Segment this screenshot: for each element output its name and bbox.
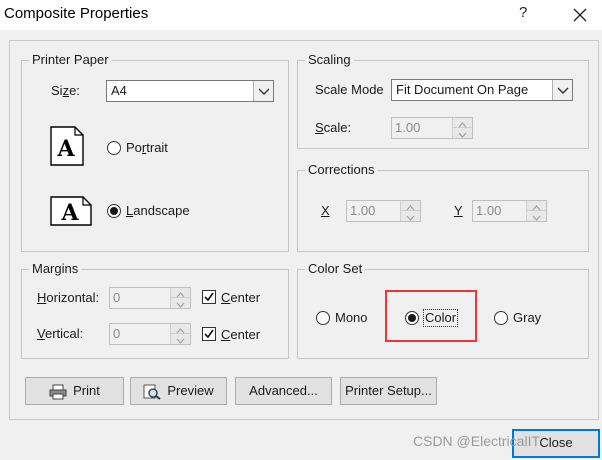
mono-radio[interactable] bbox=[316, 311, 330, 325]
landscape-page-icon-glyph: A bbox=[60, 200, 79, 226]
size-value: A4 bbox=[111, 83, 127, 98]
spin-down-arrow-icon[interactable] bbox=[453, 128, 472, 138]
corrections-group: Corrections X 1.00 Y 1.00 bbox=[297, 162, 589, 252]
portrait-page-icon-glyph: A bbox=[56, 136, 75, 162]
size-label: Size: bbox=[51, 83, 80, 98]
landscape-page-icon: A bbox=[50, 196, 92, 226]
vertical-label: Vertical: bbox=[37, 326, 84, 341]
portrait-page-icon: A bbox=[50, 126, 84, 166]
horizontal-margin-spinbox[interactable]: 0 bbox=[109, 287, 191, 309]
margins-legend: Margins bbox=[29, 261, 82, 277]
chevron-down-icon bbox=[557, 87, 569, 94]
preview-magnifier-icon bbox=[143, 384, 161, 400]
printer-paper-group: Printer Paper Size: A4 A Portrait A Land… bbox=[21, 52, 289, 252]
scale-value: 1.00 bbox=[395, 120, 421, 135]
title-bar: Composite Properties ? bbox=[0, 0, 602, 30]
horizontal-label: Horizontal: bbox=[37, 290, 100, 305]
chevron-down-icon bbox=[258, 88, 270, 95]
horizontal-margin-spinner[interactable] bbox=[170, 288, 190, 308]
scaling-group: Scaling Scale Mode Fit Document On Page … bbox=[297, 52, 589, 149]
landscape-label: Landscape bbox=[126, 203, 190, 218]
scale-mode-dropdown-button[interactable] bbox=[552, 80, 572, 100]
printer-setup-button[interactable]: Printer Setup... bbox=[340, 377, 437, 405]
center-horizontal-label: Center bbox=[221, 290, 261, 305]
print-button[interactable]: Print bbox=[25, 377, 124, 405]
scaling-legend: Scaling bbox=[305, 52, 354, 68]
advanced-button[interactable]: Advanced... bbox=[235, 377, 332, 405]
dialog-panel: Printer Paper Size: A4 A Portrait A Land… bbox=[9, 40, 599, 420]
x-spinner[interactable] bbox=[400, 201, 420, 221]
printer-paper-legend: Printer Paper bbox=[29, 52, 112, 68]
scale-mode-select[interactable]: Fit Document On Page bbox=[391, 79, 573, 101]
selection-highlight bbox=[385, 290, 477, 342]
spin-up-arrow-icon[interactable] bbox=[171, 324, 190, 334]
y-spinner[interactable] bbox=[526, 201, 546, 221]
x-spinbox[interactable]: 1.00 bbox=[346, 200, 421, 222]
spin-up-arrow-icon[interactable] bbox=[527, 201, 546, 211]
scale-spinner[interactable] bbox=[452, 118, 472, 138]
center-vertical-label: Center bbox=[221, 327, 261, 342]
size-dropdown-button[interactable] bbox=[253, 81, 273, 101]
help-button[interactable]: ? bbox=[519, 4, 527, 21]
portrait-radio[interactable] bbox=[107, 141, 121, 155]
preview-label: Preview bbox=[167, 383, 214, 398]
horizontal-margin-value: 0 bbox=[113, 290, 121, 305]
preview-button[interactable]: Preview bbox=[130, 377, 227, 405]
x-label: X bbox=[321, 203, 330, 218]
scale-spinbox[interactable]: 1.00 bbox=[391, 117, 473, 139]
center-horizontal-checkbox[interactable] bbox=[202, 290, 216, 304]
size-select[interactable]: A4 bbox=[106, 80, 274, 102]
vertical-margin-value: 0 bbox=[113, 326, 121, 341]
margins-group: Margins Horizontal: 0 Center Vertical: 0… bbox=[21, 261, 289, 359]
y-value: 1.00 bbox=[476, 203, 502, 218]
spin-down-arrow-icon[interactable] bbox=[171, 334, 190, 344]
center-vertical-checkbox[interactable] bbox=[202, 327, 216, 341]
color-set-group: Color Set Mono Color Gray bbox=[297, 261, 589, 359]
checkmark-icon bbox=[204, 292, 214, 302]
scale-mode-value: Fit Document On Page bbox=[396, 82, 529, 97]
spin-up-arrow-icon[interactable] bbox=[401, 201, 420, 211]
spin-down-arrow-icon[interactable] bbox=[171, 298, 190, 308]
scale-mode-label: Scale Mode bbox=[315, 82, 384, 97]
mono-label: Mono bbox=[335, 310, 368, 325]
spin-down-arrow-icon[interactable] bbox=[527, 211, 546, 221]
spin-down-arrow-icon[interactable] bbox=[401, 211, 420, 221]
vertical-margin-spinner[interactable] bbox=[170, 324, 190, 344]
close-icon[interactable] bbox=[569, 4, 591, 26]
gray-label: Gray bbox=[513, 310, 542, 325]
landscape-radio[interactable] bbox=[107, 204, 121, 218]
y-spinbox[interactable]: 1.00 bbox=[472, 200, 547, 222]
corrections-legend: Corrections bbox=[305, 162, 378, 178]
portrait-label: Portrait bbox=[126, 140, 168, 155]
checkmark-icon bbox=[204, 329, 214, 339]
spin-up-arrow-icon[interactable] bbox=[171, 288, 190, 298]
printer-icon bbox=[49, 384, 67, 400]
spin-up-arrow-icon[interactable] bbox=[453, 118, 472, 128]
watermark-text: CSDN @ElectricalIT bbox=[413, 433, 541, 449]
x-value: 1.00 bbox=[350, 203, 376, 218]
y-label: Y bbox=[454, 203, 463, 218]
gray-radio[interactable] bbox=[494, 311, 508, 325]
color-set-legend: Color Set bbox=[305, 261, 366, 277]
window-title: Composite Properties bbox=[4, 5, 149, 22]
vertical-margin-spinbox[interactable]: 0 bbox=[109, 323, 191, 345]
print-label: Print bbox=[73, 383, 100, 398]
scale-label: Scale: bbox=[315, 120, 352, 135]
